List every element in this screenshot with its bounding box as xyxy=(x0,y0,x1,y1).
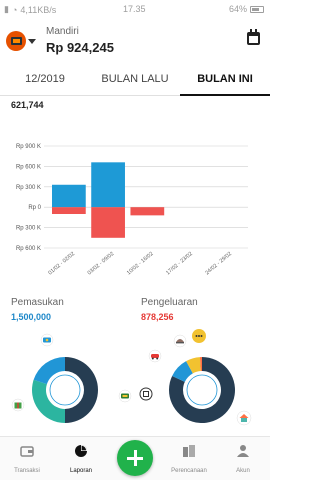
x-tick-label: 01/02 - 02/02 xyxy=(47,251,76,276)
y-tick-label: Rp 900 K xyxy=(16,144,41,150)
account-header: Mandiri Rp 924,245 xyxy=(0,18,270,64)
status-bar: ▮ ◔ 4,11KB/s 17.35 64% xyxy=(0,0,270,18)
x-tick-label: 03/02 - 09/02 xyxy=(87,251,116,276)
caret-down-icon xyxy=(28,38,36,44)
nav-label: Transaksi xyxy=(14,468,40,474)
pie-chart-icon xyxy=(75,445,87,457)
donut-inner-ring xyxy=(186,374,218,406)
category-donuts[interactable] xyxy=(0,328,270,436)
account-balance: Rp 924,245 xyxy=(46,40,114,55)
expense-label: Pengeluaran xyxy=(141,297,198,308)
shopping-icon xyxy=(192,329,206,343)
account-icon xyxy=(237,445,249,457)
income-donut[interactable] xyxy=(31,357,98,423)
expense-value: 878,256 xyxy=(141,312,174,322)
income-value: 1,500,000 xyxy=(11,312,52,322)
wallet-icon xyxy=(6,31,26,51)
home-icon xyxy=(236,410,252,426)
nav-label: Laporan xyxy=(69,468,93,474)
gift-icon xyxy=(11,398,25,412)
salary-icon xyxy=(118,389,132,403)
y-tick-label: Rp 300 K xyxy=(16,185,41,191)
battery-level: 64% xyxy=(228,4,247,14)
donut-inner-ring xyxy=(49,374,81,406)
wallet-icon xyxy=(20,446,34,457)
y-tick-label: Rp 600 K xyxy=(16,246,41,252)
tab-december-2019[interactable]: 12/2019 xyxy=(0,64,90,95)
network-speed: 4,11KB/s xyxy=(20,4,57,15)
nav-label: Perencanaan xyxy=(171,468,207,474)
net-total: 621,744 xyxy=(11,100,44,110)
battery-icon xyxy=(250,5,264,13)
calendar-icon[interactable] xyxy=(247,29,260,45)
signal-icon: ▮ xyxy=(4,4,9,14)
period-tabs: 12/2019 BULAN LALU BULAN INI xyxy=(0,64,270,96)
planning-icon xyxy=(183,445,195,457)
weekly-bar-chart: Rp 900 K Rp 600 K Rp 300 K Rp 0 Rp 300 K Rp 6… xyxy=(16,144,248,276)
tab-last-month[interactable]: BULAN LALU xyxy=(90,64,180,95)
bar-pemasukan[interactable] xyxy=(91,162,125,208)
account-name: Mandiri xyxy=(46,26,79,37)
x-tick-label: 17/02 - 23/02 xyxy=(165,251,194,276)
status-right: 64% xyxy=(229,4,264,14)
food-icon xyxy=(173,334,187,348)
expense-donut[interactable] xyxy=(169,357,235,423)
nav-laporan[interactable]: Laporan xyxy=(54,437,108,480)
wifi-icon: ◔ xyxy=(11,4,18,15)
nav-transaksi[interactable]: Transaksi xyxy=(0,437,54,480)
status-left: ▮ ◔ 4,11KB/s xyxy=(4,4,56,15)
bar-pemasukan[interactable] xyxy=(52,184,86,208)
money-icon xyxy=(40,333,54,347)
tab-this-month[interactable]: BULAN INI xyxy=(180,64,270,96)
car-icon xyxy=(148,349,162,363)
y-tick-label: Rp 600 K xyxy=(16,164,41,170)
wallet-selector[interactable] xyxy=(6,31,36,51)
add-transaction-button[interactable] xyxy=(117,440,153,476)
y-tick-label: Rp 300 K xyxy=(16,226,41,232)
clock: 17.35 xyxy=(123,4,146,14)
income-label: Pemasukan xyxy=(11,297,64,308)
x-tick-label: 24/02 - 29/02 xyxy=(204,251,233,276)
nav-perencanaan[interactable]: Perencanaan xyxy=(162,437,216,480)
bar-pengeluaran[interactable] xyxy=(130,207,165,216)
x-tick-label: 10/02 - 16/02 xyxy=(126,251,155,276)
nav-akun[interactable]: Akun xyxy=(216,437,270,480)
bar-pengeluaran[interactable] xyxy=(52,207,86,214)
nav-label: Akun xyxy=(236,468,250,474)
y-tick-label: Rp 0 xyxy=(28,205,41,211)
bar-pengeluaran[interactable] xyxy=(91,207,125,238)
transfer-icon xyxy=(139,387,153,401)
